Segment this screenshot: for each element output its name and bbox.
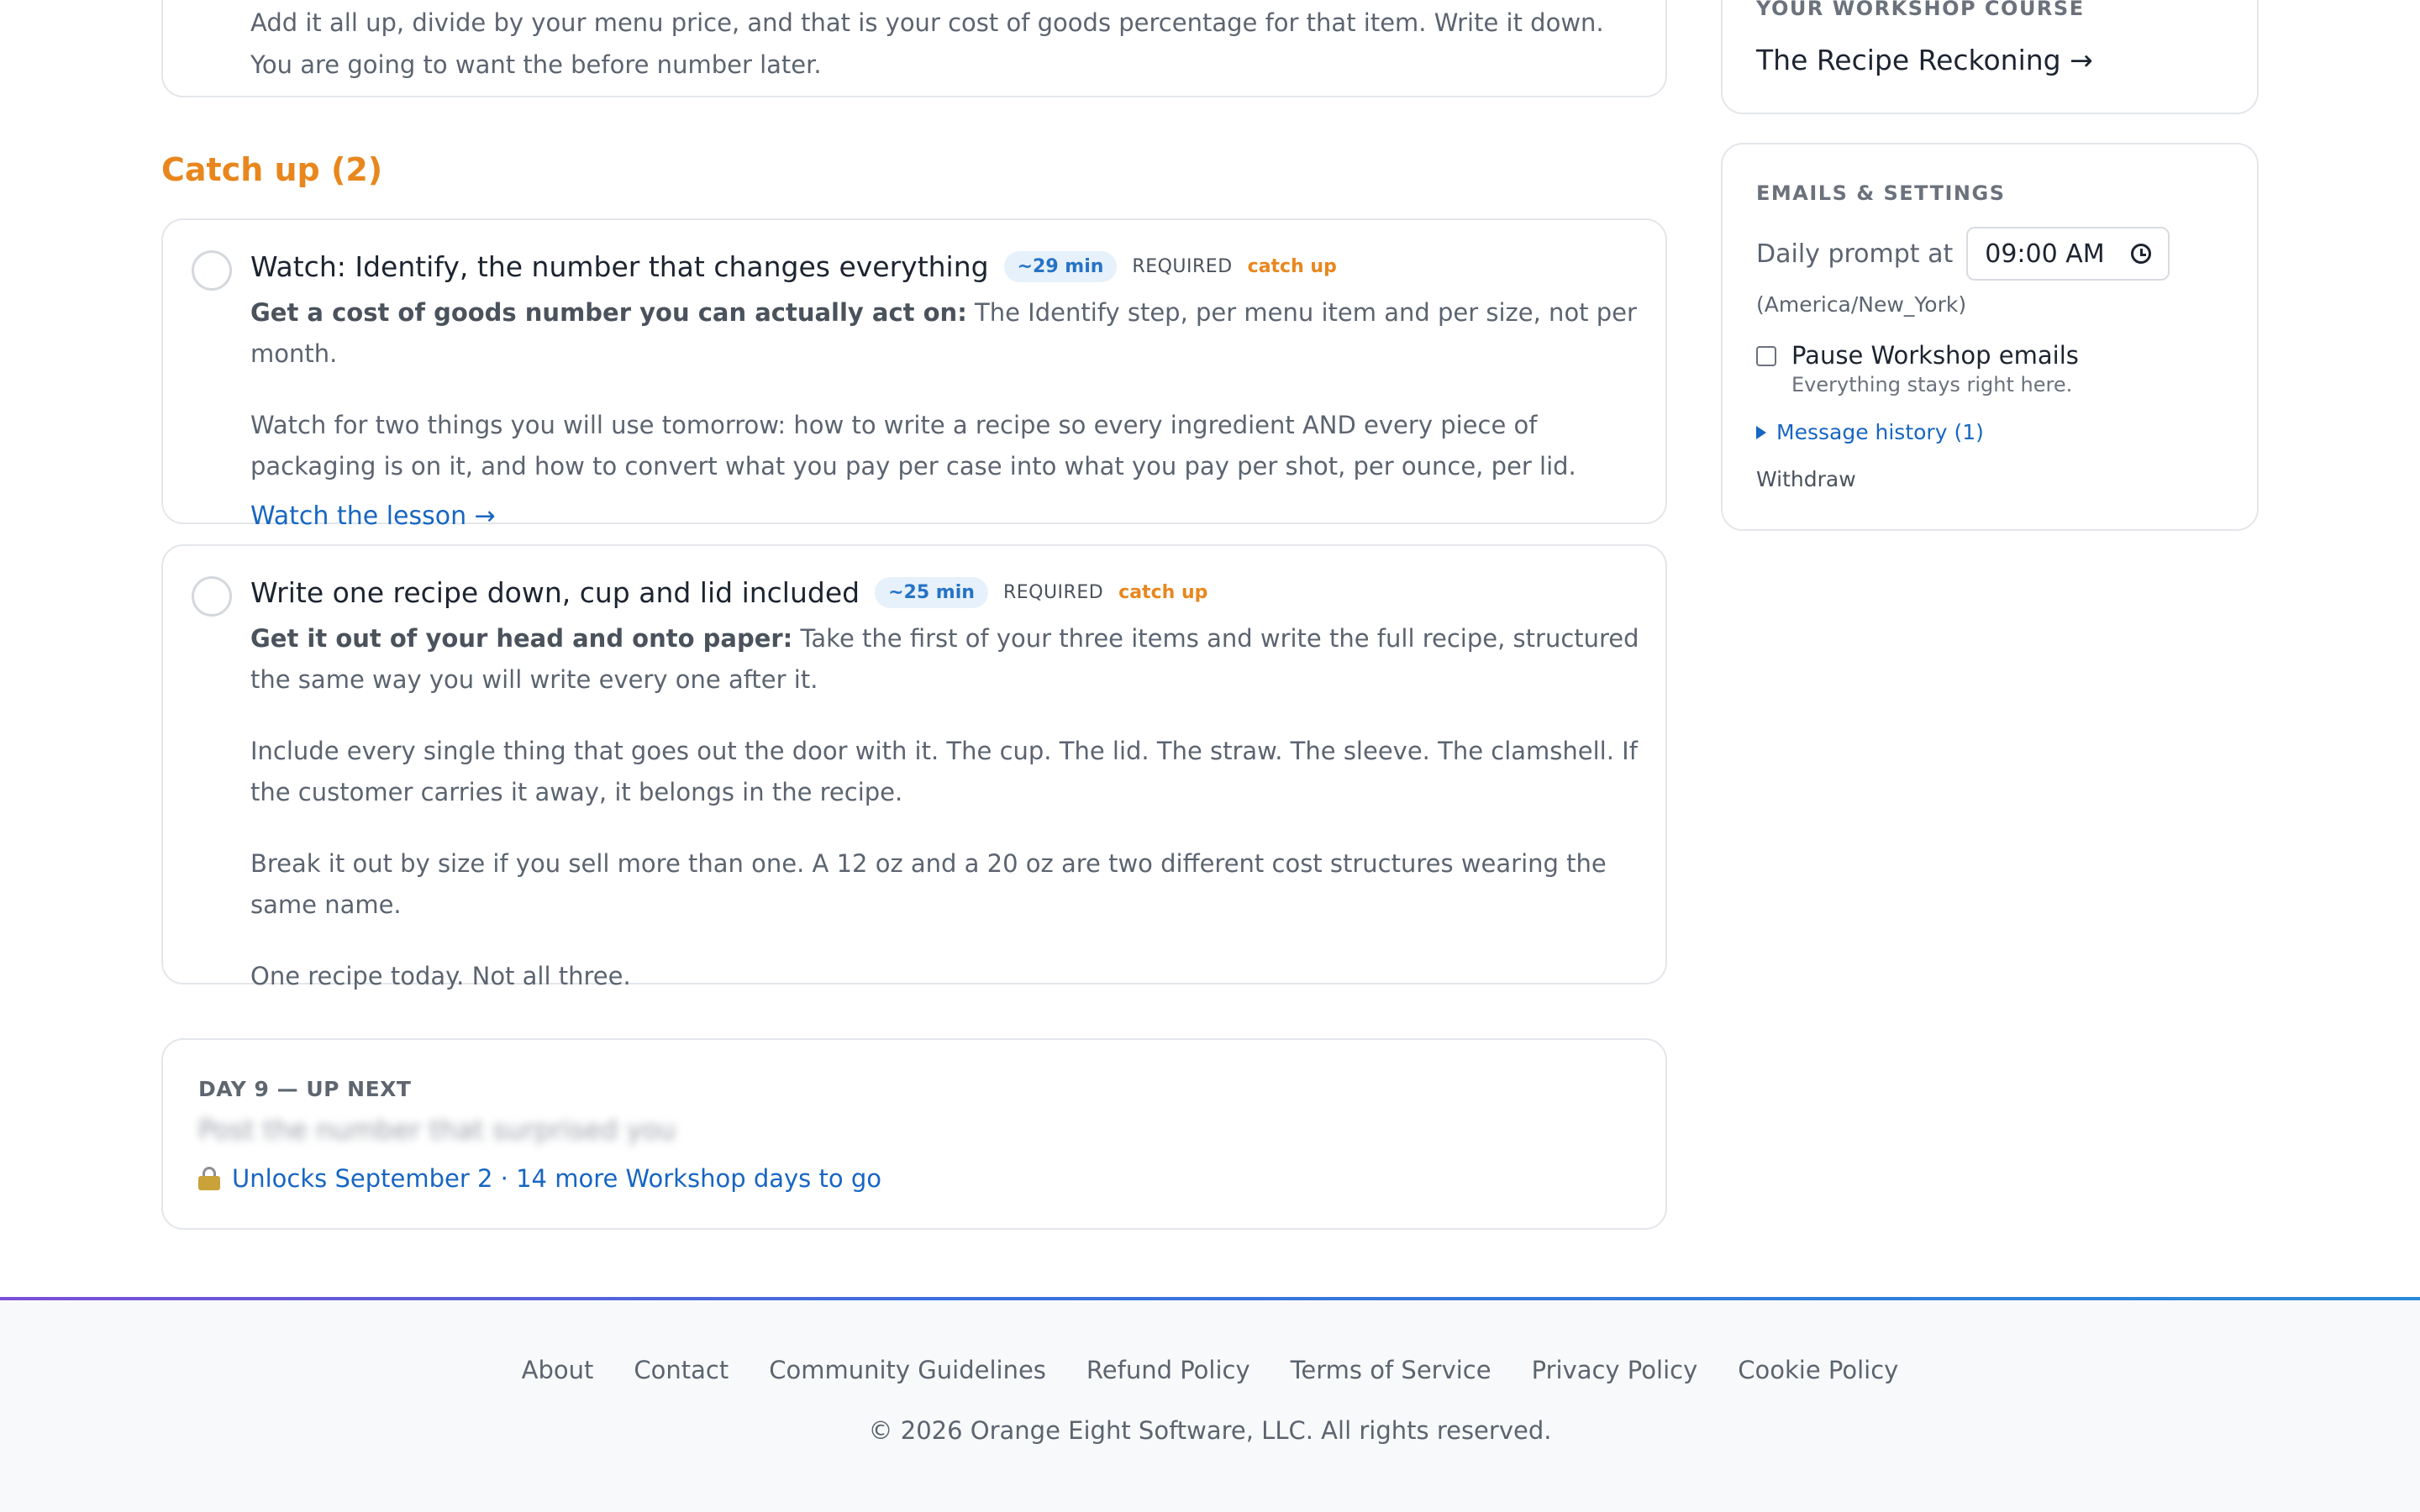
previous-lesson-text: Add it all up, divide by your menu price…: [250, 8, 1604, 79]
settings-caption: EMAILS & SETTINGS: [1756, 181, 2006, 205]
lesson-complete-radio[interactable]: [192, 576, 232, 617]
lesson-paragraph: Break it out by size if you sell more th…: [250, 849, 1607, 919]
pause-text: Pause Workshop emails Everything stays r…: [1791, 341, 2079, 396]
pause-emails-checkbox[interactable]: [1756, 346, 1776, 366]
message-history-toggle[interactable]: Message history (1): [1756, 420, 1984, 444]
catch-up-tag: catch up: [1247, 256, 1337, 277]
page: Add it all up, divide by your menu price…: [0, 0, 2420, 1512]
daily-prompt-label: Daily prompt at: [1756, 239, 1954, 269]
required-label: REQUIRED: [1002, 582, 1104, 603]
clock-icon[interactable]: [2131, 244, 2152, 264]
lesson-body: Get a cost of goods number you can actua…: [250, 292, 1645, 537]
pause-emails-label[interactable]: Pause Workshop emails: [1791, 341, 2079, 370]
lesson-paragraph: One recipe today. Not all three.: [250, 962, 631, 990]
disclosure-triangle-icon: [1756, 425, 1766, 439]
lesson-card-write-recipe: Write one recipe down, cup and lid inclu…: [161, 544, 1667, 990]
lesson-lead-bold: Get it out of your head and onto paper:: [250, 624, 793, 653]
catch-up-heading: Catch up (2): [161, 151, 383, 188]
up-next-card: DAY 9 — UP NEXT Post the number that sur…: [161, 1038, 1667, 1230]
up-next-label: DAY 9 — UP NEXT: [198, 1077, 412, 1101]
catch-up-tag: catch up: [1118, 582, 1208, 603]
footer-link-refund-policy[interactable]: Refund Policy: [1086, 1356, 1250, 1384]
timezone-label: (America/New_York): [1756, 292, 1967, 317]
copyright: © 2026 Orange Eight Software, LLC. All r…: [868, 1416, 1552, 1445]
lesson-lead-bold: Get a cost of goods number you can actua…: [250, 298, 967, 327]
lesson-paragraph: Watch for two things you will use tomorr…: [250, 411, 1576, 480]
footer-link-terms[interactable]: Terms of Service: [1291, 1356, 1491, 1384]
duration-badge: ~29 min: [1003, 251, 1118, 282]
footer-links: About Contact Community Guidelines Refun…: [0, 1356, 2420, 1384]
footer-link-cookie[interactable]: Cookie Policy: [1738, 1356, 1898, 1384]
daily-prompt-row: Daily prompt at 09:00 AM: [1756, 227, 2170, 281]
lesson-complete-radio[interactable]: [192, 250, 232, 291]
lesson-paragraph: Include every single thing that goes out…: [250, 737, 1638, 806]
lesson-lead: Get it out of your head and onto paper: …: [250, 618, 1645, 701]
footer-link-about[interactable]: About: [522, 1356, 594, 1384]
footer: About Contact Community Guidelines Refun…: [0, 1297, 2420, 1512]
lesson-header: Write one recipe down, cup and lid inclu…: [250, 576, 1632, 609]
footer-gradient-bar: [0, 1297, 2420, 1300]
watch-lesson-link[interactable]: Watch the lesson →: [250, 501, 496, 531]
previous-lesson-card: Add it all up, divide by your menu price…: [161, 0, 1667, 97]
course-caption: YOUR WORKSHOP COURSE: [1756, 0, 2085, 20]
lesson-body: Get it out of your head and onto paper: …: [250, 618, 1645, 997]
required-label: REQUIRED: [1132, 256, 1233, 277]
workshop-course-card: YOUR WORKSHOP COURSE The Recipe Reckonin…: [1721, 0, 2259, 114]
footer-link-privacy[interactable]: Privacy Policy: [1532, 1356, 1698, 1384]
duration-badge: ~25 min: [875, 577, 988, 608]
up-next-title-blurred: Post the number that surprised you: [198, 1114, 676, 1146]
emails-settings-card: EMAILS & SETTINGS Daily prompt at 09:00 …: [1721, 143, 2259, 531]
time-value: 09:00 AM: [1985, 239, 2105, 269]
footer-link-contact[interactable]: Contact: [634, 1356, 729, 1384]
lock-icon: [198, 1167, 220, 1190]
lesson-lead: Get a cost of goods number you can actua…: [250, 292, 1645, 375]
unlock-info: Unlocks September 2 · 14 more Workshop d…: [198, 1164, 881, 1193]
lesson-title: Watch: Identify, the number that changes…: [250, 250, 989, 283]
daily-prompt-time-input[interactable]: 09:00 AM: [1966, 227, 2170, 281]
lesson-header: Watch: Identify, the number that changes…: [250, 250, 1632, 283]
unlock-text[interactable]: Unlocks September 2 · 14 more Workshop d…: [232, 1164, 881, 1193]
message-history-label: Message history (1): [1776, 420, 1984, 444]
footer-link-community-guidelines[interactable]: Community Guidelines: [769, 1356, 1046, 1384]
pause-emails-row: Pause Workshop emails Everything stays r…: [1756, 341, 2079, 396]
lesson-card-identify: Watch: Identify, the number that changes…: [161, 218, 1667, 531]
lesson-title: Write one recipe down, cup and lid inclu…: [250, 576, 860, 609]
pause-emails-subtext: Everything stays right here.: [1791, 373, 2073, 396]
withdraw-link[interactable]: Withdraw: [1756, 467, 1856, 491]
course-link[interactable]: The Recipe Reckoning →: [1756, 44, 2093, 76]
